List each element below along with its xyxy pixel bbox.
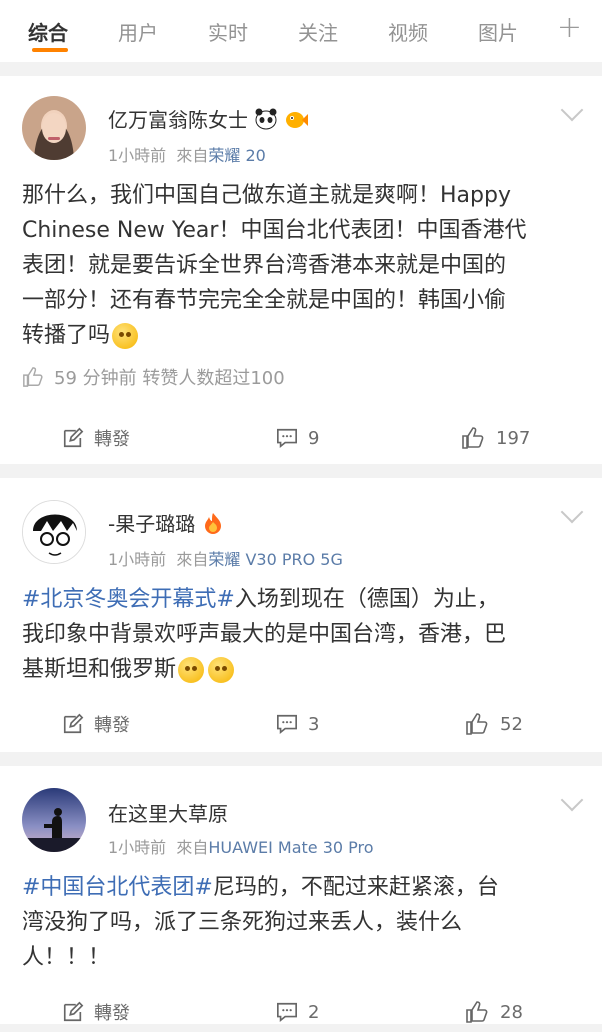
post-actions: 轉發 9 197 [0,418,602,458]
post-actions: 轉發 2 28 [0,992,602,1032]
tab-following[interactable]: 关注 [298,0,388,62]
pleading-emoji-icon [112,323,139,349]
username[interactable]: 亿万富翁陈女士 [108,104,308,133]
post-card: 亿万富翁陈女士 1小時前 來自荣耀 20 那什么，我们中国自己做东道主就是爽啊！… [0,76,602,464]
like-button[interactable]: 28 [464,1000,523,1024]
thumb-up-icon [23,367,43,387]
flame-badge-icon [205,512,222,534]
username[interactable]: 在这里大草原 [108,798,228,827]
like-button[interactable]: 197 [460,426,530,450]
comment-button[interactable]: 9 [276,427,319,449]
post-source[interactable]: 荣耀 V30 PRO 5G [208,550,343,569]
thumb-up-icon [466,1001,488,1023]
post-time: 1小時前 [108,838,167,857]
repost-button[interactable]: 轉發 [62,711,130,737]
post-meta: 1小時前 來自HUAWEI Mate 30 Pro [108,838,374,857]
tab-comprehensive[interactable]: 综合 [28,0,118,62]
like-note: 59 分钟前 转赞人数超过100 [22,364,285,390]
comment-icon [277,1002,297,1022]
avatar[interactable] [22,96,86,160]
post-body: #北京冬奥会开幕式#入场到现在（德国）为止， 我印象中背景欢呼声最大的是中国台湾… [22,587,507,683]
like-button[interactable]: 52 [464,712,523,736]
post-meta: 1小時前 來自荣耀 20 [108,146,266,165]
comment-icon [277,714,297,734]
post-body: #中国台北代表团#尼玛的，不配过来赶紧滚，台 湾没狗了吗，派了三条死狗过来丢人，… [22,875,499,970]
hashtag-link[interactable]: #北京冬奥会开幕式# [22,587,235,612]
post-card: -果子璐璐 1小時前 來自荣耀 V30 PRO 5G #北京冬奥会开幕式#入场到… [0,478,602,752]
post-card: 在这里大草原 1小時前 來自HUAWEI Mate 30 Pro #中国台北代表… [0,766,602,1024]
cheer-emoji-icon [178,657,205,683]
tab-users[interactable]: 用户 [118,0,208,62]
tab-images[interactable]: 图片 [478,0,568,62]
post-time: 1小時前 [108,550,167,569]
thumb-up-icon [466,713,488,735]
repost-button[interactable]: 轉發 [62,999,130,1025]
post-source[interactable]: HUAWEI Mate 30 Pro [208,838,373,857]
search-tabs: 综合 用户 实时 关注 视频 图片 + [0,0,602,62]
edit-icon [63,427,84,448]
cheer-emoji-icon [208,657,235,683]
chevron-down-icon[interactable] [560,788,584,812]
tab-realtime[interactable]: 实时 [208,0,298,62]
comment-button[interactable]: 3 [276,713,319,735]
avatar[interactable] [22,788,86,852]
edit-icon [63,1001,84,1022]
thumb-up-icon [462,427,484,449]
add-tab-button[interactable]: + [557,10,582,45]
post-actions: 轉發 3 52 [0,704,602,744]
comment-icon [277,428,297,448]
comment-button[interactable]: 2 [276,1001,319,1023]
chevron-down-icon[interactable] [560,500,584,524]
post-source[interactable]: 荣耀 20 [208,146,265,165]
tab-video[interactable]: 视频 [388,0,478,62]
chevron-down-icon[interactable] [560,98,584,122]
fish-badge-icon [286,111,308,128]
username[interactable]: -果子璐璐 [108,508,225,537]
post-meta: 1小時前 來自荣耀 V30 PRO 5G [108,550,343,569]
hashtag-link[interactable]: #中国台北代表团# [22,875,213,900]
edit-icon [63,713,84,734]
avatar[interactable] [22,500,86,564]
repost-button[interactable]: 轉發 [62,425,130,451]
panda-badge-icon [255,108,277,129]
post-time: 1小時前 [108,146,167,165]
post-body: 那什么，我们中国自己做东道主就是爽啊！Happy Chinese New Yea… [22,183,527,349]
